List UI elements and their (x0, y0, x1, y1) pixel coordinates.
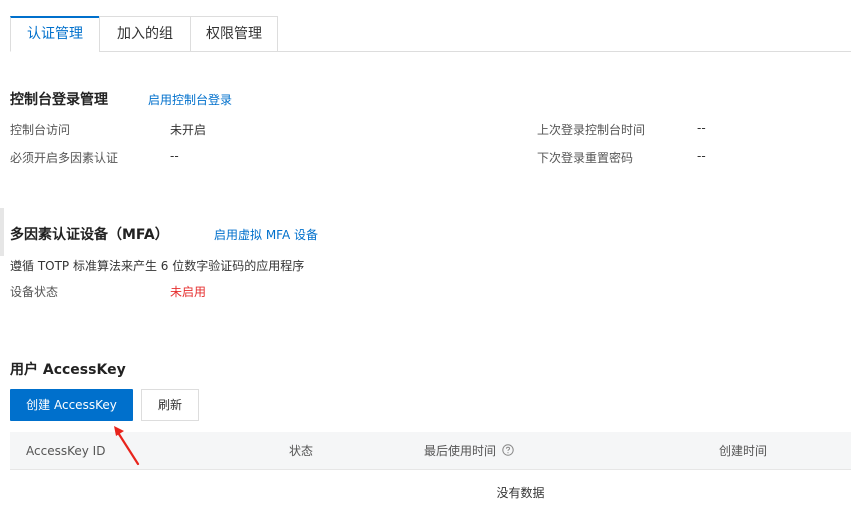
tab-joined-groups[interactable]: 加入的组 (99, 16, 191, 52)
require-mfa-label: 必须开启多因素认证 (10, 151, 119, 165)
column-last-used: 最后使用时间 (424, 444, 497, 458)
tab-permissions[interactable]: 权限管理 (190, 16, 278, 52)
mfa-description: 遵循 TOTP 标准算法来产生 6 位数字验证码的应用程序 (10, 259, 305, 273)
console-login-title: 控制台登录管理 (10, 92, 108, 108)
help-icon[interactable] (502, 444, 514, 456)
mfa-title: 多因素认证设备（MFA） (10, 227, 169, 243)
refresh-button[interactable]: 刷新 (141, 389, 199, 421)
tab-bar: 认证管理 加入的组 权限管理 (10, 16, 851, 52)
empty-state-text: 没有数据 (496, 486, 545, 500)
console-access-value: 未开启 (170, 123, 207, 137)
require-mfa-value: -- (170, 149, 179, 163)
reset-password-value: -- (697, 149, 706, 163)
device-status-label: 设备状态 (10, 285, 59, 299)
column-created-time: 创建时间 (719, 444, 768, 458)
device-status-value: 未启用 (170, 285, 207, 299)
console-access-label: 控制台访问 (10, 123, 71, 137)
enable-console-login-link[interactable]: 启用控制台登录 (148, 91, 232, 108)
column-accesskey-id: AccessKey ID (26, 444, 106, 458)
annotation-arrow-icon (114, 426, 140, 466)
last-login-label: 上次登录控制台时间 (537, 123, 646, 137)
tab-authentication[interactable]: 认证管理 (10, 16, 100, 52)
accesskey-title: 用户 AccessKey (10, 362, 126, 378)
create-accesskey-button[interactable]: 创建 AccessKey (10, 389, 133, 421)
reset-password-label: 下次登录重置密码 (537, 151, 634, 165)
column-status: 状态 (289, 444, 314, 458)
side-panel-handle[interactable] (0, 208, 4, 256)
enable-virtual-mfa-link[interactable]: 启用虚拟 MFA 设备 (214, 226, 318, 243)
last-login-value: -- (697, 121, 706, 135)
